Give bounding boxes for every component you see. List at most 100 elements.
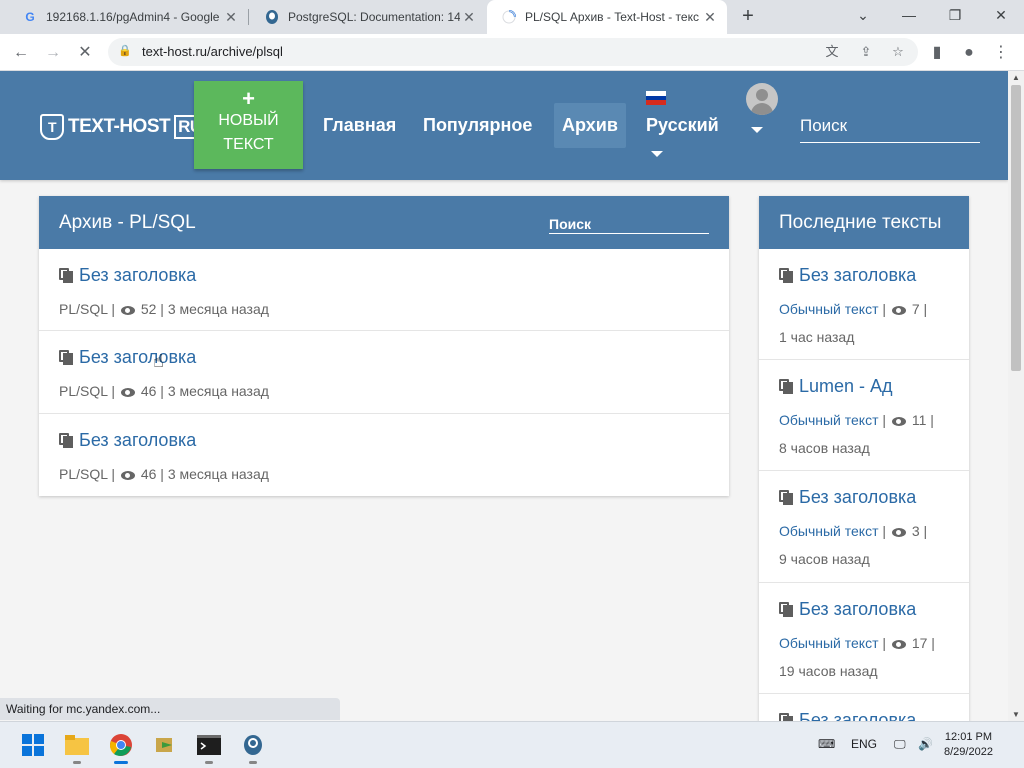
item-type-link[interactable]: Обычный текст — [779, 635, 879, 651]
item-views: 46 — [140, 383, 157, 399]
page-scrollbar[interactable]: ▲ ▼ — [1008, 71, 1024, 721]
item-language: PL/SQL — [59, 383, 108, 399]
postgresql-elephant-icon — [264, 9, 280, 25]
document-icon — [779, 713, 793, 721]
tab-search-chevron-icon[interactable]: ⌄ — [840, 0, 886, 30]
eye-icon — [891, 527, 906, 537]
stop-loading-icon[interactable]: ✕ — [72, 40, 98, 66]
close-tab-icon[interactable]: ✕ — [222, 9, 240, 26]
nav-archive[interactable]: Архив — [554, 103, 626, 148]
recent-item: Без заголовка Обычный текст | 7 | 1 час н… — [759, 249, 969, 360]
browser-tab-text-host[interactable]: PL/SQL Архив - Text-Host - текс ✕ — [487, 0, 727, 34]
network-icon[interactable]: 🖵 — [894, 737, 906, 752]
url-text[interactable]: text-host.ru/archive/plsql — [142, 44, 283, 59]
browser-tab-pgadmin[interactable]: G 192168.1.16/pgAdmin4 - Google ✕ — [8, 0, 248, 34]
taskbar-active-indicator — [114, 761, 128, 764]
scroll-down-arrow-icon[interactable]: ▼ — [1008, 710, 1024, 719]
side-panel-icon[interactable]: ▮ — [924, 40, 950, 66]
close-tab-icon[interactable]: ✕ — [460, 9, 478, 26]
item-age: 1 час назад — [779, 329, 855, 345]
nav-popular[interactable]: Популярное — [423, 115, 532, 136]
browser-status-bar: Waiting for mc.yandex.com... — [0, 698, 340, 720]
nav-home[interactable]: Главная — [323, 115, 396, 136]
item-age: 19 часов назад — [779, 663, 878, 679]
document-icon — [59, 268, 73, 283]
item-age: 3 месяца назад — [167, 383, 269, 399]
archive-item-title[interactable]: Без заголовка — [79, 430, 196, 451]
pgadmin-elephant-icon[interactable] — [240, 732, 266, 764]
archive-panel-header: Архив - PL/SQL — [39, 196, 729, 249]
user-avatar[interactable] — [746, 83, 778, 115]
keyboard-icon[interactable]: ⌨ — [818, 737, 835, 751]
scrollbar-thumb[interactable] — [1011, 85, 1021, 371]
eye-icon — [891, 416, 906, 426]
tab-title: PL/SQL Архив - Text-Host - текс — [525, 10, 699, 24]
archive-item: Без заголовка PL/SQL | 46 | 3 месяца наз… — [39, 331, 729, 414]
volume-icon[interactable]: 🔊 — [918, 737, 933, 751]
windows-start-icon[interactable] — [20, 732, 46, 758]
logo-text: TEXT-HOST — [68, 116, 171, 137]
recent-item-title[interactable]: Без заголовка — [799, 710, 916, 721]
share-icon[interactable]: ⇪ — [856, 42, 876, 62]
archive-item: Без заголовка PL/SQL | 52 | 3 месяца наз… — [39, 249, 729, 331]
terminal-icon[interactable] — [196, 732, 222, 764]
site-logo[interactable]: T TEXT-HOST RU — [40, 113, 206, 141]
new-tab-button[interactable]: + — [736, 4, 760, 28]
browser-tab-postgres-docs[interactable]: PostgreSQL: Documentation: 14: ✕ — [250, 0, 486, 34]
archive-item-title[interactable]: Без заголовка — [79, 265, 196, 286]
tab-separator — [248, 9, 249, 25]
bookmark-star-icon[interactable]: ☆ — [888, 42, 908, 62]
eye-icon — [120, 387, 135, 397]
item-type-link[interactable]: Обычный текст — [779, 412, 879, 428]
item-type-link[interactable]: Обычный текст — [779, 523, 879, 539]
archive-item-title[interactable]: Без заголовка — [79, 347, 196, 368]
close-tab-icon[interactable]: ✕ — [701, 9, 719, 26]
eye-icon — [120, 470, 135, 480]
item-views: 17 — [911, 635, 928, 651]
user-menu-caret-icon[interactable] — [751, 127, 763, 133]
clock-time: 12:01 PM — [944, 731, 993, 743]
back-arrow-icon[interactable]: ← — [8, 40, 34, 66]
item-type-link[interactable]: Обычный текст — [779, 301, 879, 317]
document-icon — [779, 602, 793, 617]
recent-texts-panel: Последние тексты Без заголовка Обычный т… — [759, 196, 969, 721]
recent-item-title[interactable]: Lumen - Ад — [799, 376, 893, 397]
restore-button[interactable]: ❐ — [932, 0, 978, 30]
lock-icon[interactable]: 🔒 — [118, 44, 132, 57]
archive-search-input[interactable] — [549, 214, 709, 234]
taskbar-indicator — [249, 761, 257, 764]
scroll-up-arrow-icon[interactable]: ▲ — [1008, 73, 1024, 82]
loading-spinner-icon — [501, 9, 517, 25]
language-caret-icon[interactable] — [651, 151, 663, 157]
new-text-label-line1: НОВЫЙ — [218, 112, 279, 129]
system-clock[interactable]: 12:01 PM 8/29/2022 — [944, 730, 993, 760]
file-explorer-icon[interactable] — [64, 732, 90, 764]
translate-icon[interactable]: 文 — [822, 42, 842, 62]
profile-icon[interactable]: ● — [956, 40, 982, 66]
language-selector[interactable]: Русский — [646, 115, 719, 136]
recent-panel-header: Последние тексты — [759, 196, 969, 249]
recent-item: Без заголовка Обычный текст | 3 | 9 часов… — [759, 471, 969, 583]
transfer-app-icon[interactable] — [152, 732, 178, 758]
browser-toolbar: ← → ✕ 🔒 text-host.ru/archive/plsql 文 ⇪ ☆… — [0, 34, 1024, 71]
menu-kebab-icon[interactable]: ⋮ — [988, 40, 1014, 66]
recent-item-title[interactable]: Без заголовка — [799, 265, 916, 286]
chrome-icon[interactable] — [108, 732, 134, 764]
item-views: 7 — [911, 301, 920, 317]
item-views: 52 — [140, 301, 157, 317]
browser-tab-bar: G 192168.1.16/pgAdmin4 - Google ✕ Postgr… — [0, 0, 1024, 34]
minimize-button[interactable]: — — [886, 0, 932, 30]
address-bar[interactable]: 🔒 text-host.ru/archive/plsql 文 ⇪ ☆ — [108, 38, 918, 66]
item-views: 46 — [140, 466, 157, 482]
russian-flag-icon — [646, 91, 666, 105]
recent-item-title[interactable]: Без заголовка — [799, 599, 916, 620]
recent-item: Lumen - Ад Обычный текст | 11 | 8 часов н… — [759, 360, 969, 471]
close-window-button[interactable]: ✕ — [978, 0, 1024, 30]
document-icon — [779, 268, 793, 283]
item-age: 8 часов назад — [779, 440, 870, 456]
new-text-button[interactable]: + НОВЫЙ ТЕКСТ — [194, 81, 303, 169]
forward-arrow-icon[interactable]: → — [40, 40, 66, 66]
recent-item-title[interactable]: Без заголовка — [799, 487, 916, 508]
header-search-input[interactable] — [800, 109, 980, 143]
input-language[interactable]: ENG — [851, 737, 877, 751]
